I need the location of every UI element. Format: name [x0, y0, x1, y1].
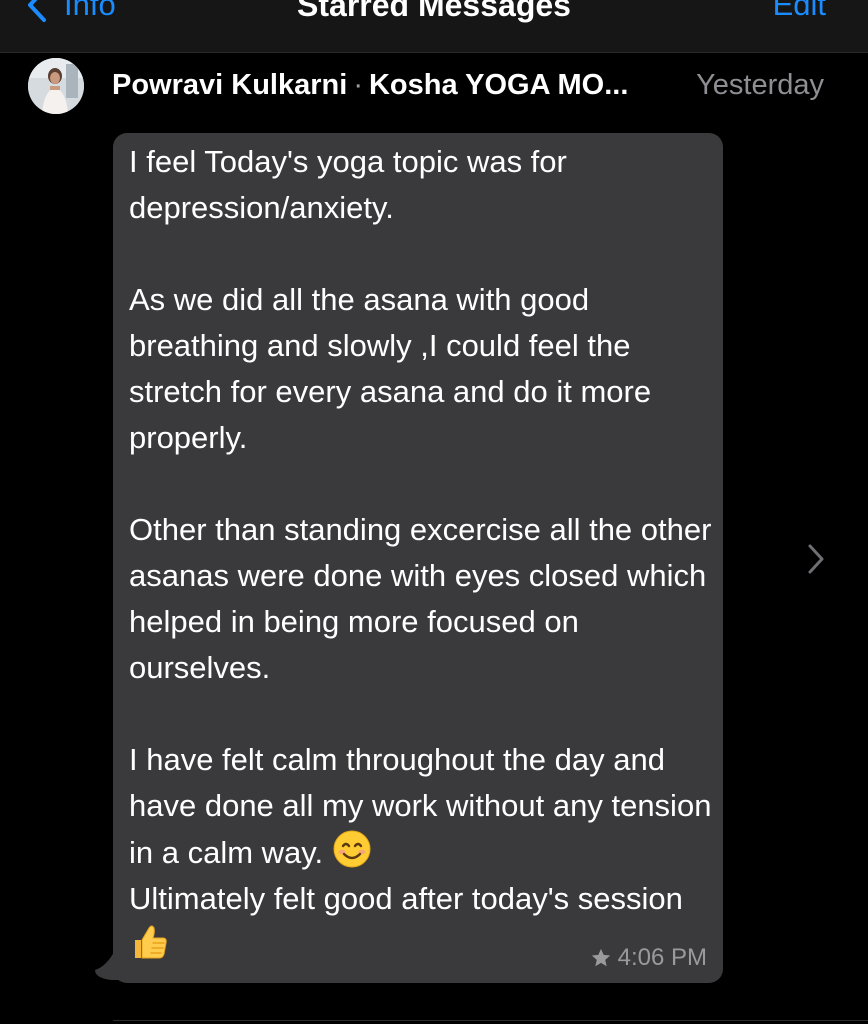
sender-line: Powravi Kulkarni · Kosha YOGA MO...: [112, 68, 628, 102]
message-paragraph: Other than standing excercise all the ot…: [129, 512, 712, 685]
edit-button[interactable]: Edit: [773, 0, 826, 24]
star-icon: [591, 948, 610, 967]
avatar-image: [28, 58, 84, 114]
avatar[interactable]: [28, 58, 84, 114]
message-text: I feel Today's yoga topic was for depres…: [129, 139, 719, 969]
thumbs-up-emoji: [135, 925, 167, 959]
group-name: Kosha YOGA MO...: [368, 69, 629, 101]
divider: [113, 1020, 868, 1021]
smiling-face-emoji: [333, 830, 371, 868]
message-time: 4:06 PM: [617, 944, 707, 971]
message-paragraph-part: Ultimately felt good after today's sessi…: [129, 881, 683, 916]
message-paragraph-part: I have felt calm throughout the day and …: [129, 742, 712, 870]
message-date: Yesterday: [696, 69, 824, 101]
chevron-right-icon[interactable]: [805, 542, 827, 576]
separator-dot: ·: [353, 69, 363, 101]
message-paragraph: I feel Today's yoga topic was for depres…: [129, 144, 567, 225]
message-paragraph: As we did all the asana with good breath…: [129, 282, 652, 455]
message-bubble[interactable]: I feel Today's yoga topic was for depres…: [113, 133, 723, 983]
sender-name: Powravi Kulkarni: [112, 69, 348, 101]
message-paragraph-last: I have felt calm throughout the day and …: [129, 737, 719, 969]
navigation-bar: Info Starred Messages Edit: [0, 0, 868, 53]
message-meta: 4:06 PM: [590, 943, 707, 973]
message-header: Powravi Kulkarni · Kosha YOGA MO... Yester…: [0, 52, 868, 122]
page-title: Starred Messages: [297, 0, 571, 23]
